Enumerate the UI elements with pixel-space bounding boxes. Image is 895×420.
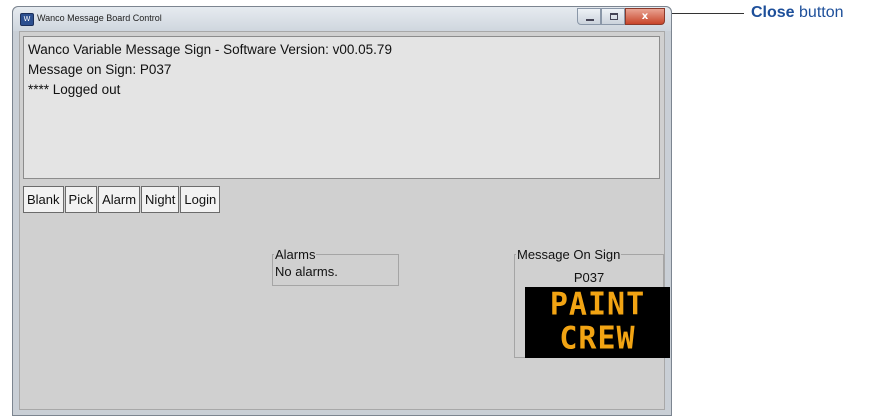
maximize-button[interactable] [601, 8, 625, 25]
sign-line-1: PAINT [549, 286, 646, 323]
sign-line-2: CREW [559, 320, 636, 357]
alarms-status: No alarms. [274, 264, 339, 279]
app-icon: W [20, 13, 34, 26]
sign-message-code: P037 [573, 270, 605, 285]
log-line-message: Message on Sign: P037 [28, 62, 172, 77]
message-log[interactable]: Wanco Variable Message Sign - Software V… [23, 36, 660, 179]
minimize-button[interactable] [577, 8, 601, 25]
pick-button[interactable]: Pick [64, 186, 98, 213]
blank-button[interactable]: Blank [23, 186, 64, 213]
alarms-title: Alarms [274, 247, 317, 262]
close-button[interactable]: x [625, 8, 665, 25]
maximize-icon [610, 13, 618, 20]
close-button-callout: Close button [751, 4, 844, 22]
command-toolbar: Blank Pick Alarm Night Login [23, 186, 221, 213]
client-area: Wanco Variable Message Sign - Software V… [19, 31, 670, 410]
callout-leader-line [672, 13, 744, 14]
callout-bold: Close [751, 4, 795, 21]
log-line-version: Wanco Variable Message Sign - Software V… [28, 42, 392, 57]
app-window: W Wanco Message Board Control x Wanco Va… [12, 6, 672, 416]
callout-rest: button [794, 4, 844, 21]
night-button[interactable]: Night [141, 186, 180, 213]
close-icon: x [641, 11, 649, 22]
minimize-icon [586, 19, 594, 21]
caption-buttons: x [577, 8, 665, 26]
title-bar[interactable]: W Wanco Message Board Control x [13, 7, 671, 31]
login-button[interactable]: Login [180, 186, 221, 213]
alarm-button[interactable]: Alarm [98, 186, 141, 213]
message-on-sign-title: Message On Sign [516, 247, 622, 262]
sign-preview: PAINT CREW [525, 286, 670, 358]
window-title: Wanco Message Board Control [37, 13, 162, 23]
log-line-status: **** Logged out [28, 82, 121, 97]
